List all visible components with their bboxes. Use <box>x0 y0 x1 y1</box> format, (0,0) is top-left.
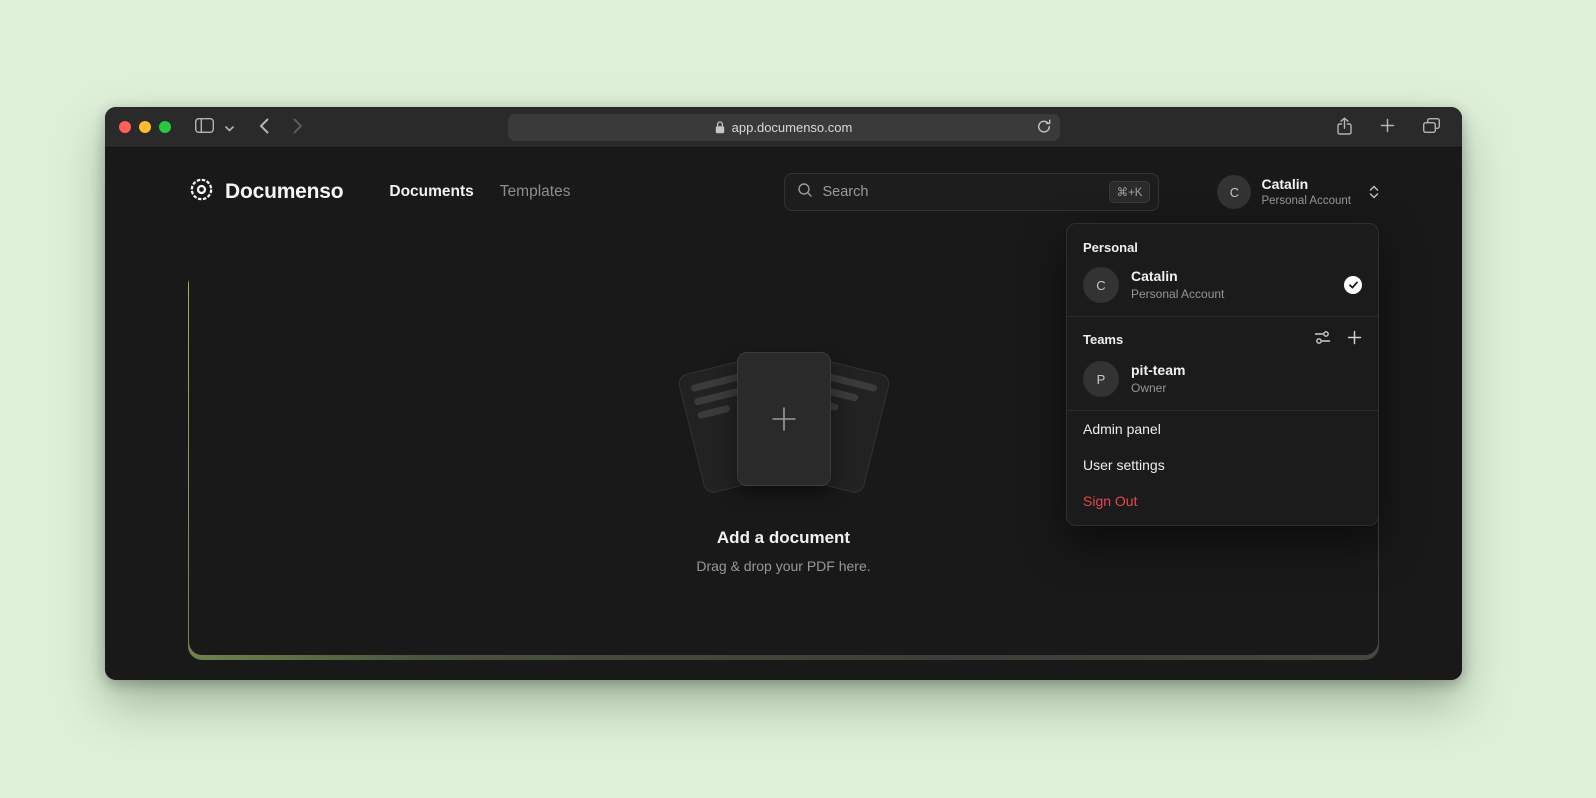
back-icon <box>259 118 269 137</box>
logo-icon <box>188 176 215 208</box>
zoom-window-button[interactable] <box>159 121 171 133</box>
menu-section-teams-header: Teams <box>1067 317 1378 357</box>
menu-team-role: Owner <box>1131 380 1185 396</box>
window-controls <box>119 121 171 133</box>
avatar: P <box>1083 361 1119 397</box>
check-icon <box>1344 276 1362 294</box>
share-icon <box>1337 117 1352 138</box>
brand-name: Documenso <box>225 180 343 204</box>
plus-icon <box>1347 330 1362 348</box>
menu-item-sign-out[interactable]: Sign Out <box>1067 483 1378 519</box>
search-box[interactable]: ⌘+K <box>784 173 1159 211</box>
dropzone-subtitle: Drag & drop your PDF here. <box>696 558 870 574</box>
share-button[interactable] <box>1329 113 1360 141</box>
menu-item-user-settings[interactable]: User settings <box>1067 447 1378 483</box>
address-bar[interactable]: app.documenso.com <box>508 114 1060 141</box>
menu-team-name: pit-team <box>1131 361 1185 380</box>
plus-icon <box>769 404 799 434</box>
menu-section-teams-label: Teams <box>1083 332 1123 347</box>
tab-overview-icon <box>1423 118 1440 136</box>
main-nav: Documents Templates <box>389 183 570 201</box>
reload-icon <box>1037 119 1051 137</box>
avatar: C <box>1083 267 1119 303</box>
lock-icon <box>715 121 725 134</box>
menu-team-row[interactable]: P pit-team Owner <box>1067 357 1378 410</box>
search-shortcut-badge: ⌘+K <box>1109 181 1151 203</box>
tab-overview-button[interactable] <box>1415 113 1448 141</box>
sidebar-menu-chevron-button[interactable] <box>222 113 237 141</box>
account-name: Catalin <box>1261 175 1351 193</box>
back-button[interactable] <box>251 113 277 141</box>
nav-documents[interactable]: Documents <box>389 183 473 201</box>
sidebar-toggle-icon <box>195 118 214 136</box>
create-team-button[interactable] <box>1347 330 1362 348</box>
search-icon <box>797 182 813 203</box>
app-content: Documenso Documents Templates ⌘+K C Cata… <box>105 148 1462 680</box>
selector-icon <box>1369 185 1379 199</box>
account-type: Personal Account <box>1261 194 1351 209</box>
minimize-window-button[interactable] <box>139 121 151 133</box>
forward-icon <box>293 118 303 137</box>
menu-personal-account-row[interactable]: C Catalin Personal Account <box>1067 263 1378 316</box>
browser-window: app.documenso.com <box>105 107 1462 680</box>
account-dropdown-menu: Personal C Catalin Personal Account Team… <box>1066 223 1379 526</box>
chevron-down-icon <box>225 120 234 135</box>
stack-card-center <box>737 352 831 486</box>
reload-button[interactable] <box>1037 119 1051 137</box>
dropzone-title: Add a document <box>717 528 850 548</box>
forward-button[interactable] <box>285 113 311 141</box>
menu-item-admin-panel[interactable]: Admin panel <box>1067 411 1378 447</box>
new-tab-button[interactable] <box>1372 113 1403 141</box>
nav-templates[interactable]: Templates <box>500 183 571 201</box>
close-window-button[interactable] <box>119 121 131 133</box>
menu-account-type: Personal Account <box>1131 286 1224 302</box>
documents-stack-icon <box>682 350 886 500</box>
sidebar-toggle-button[interactable] <box>187 113 222 141</box>
account-menu-button[interactable]: C Catalin Personal Account <box>1217 175 1379 209</box>
new-tab-icon <box>1380 118 1395 136</box>
menu-account-name: Catalin <box>1131 267 1224 286</box>
menu-section-personal-label: Personal <box>1067 228 1378 263</box>
avatar: C <box>1217 175 1251 209</box>
titlebar-right-actions <box>1329 113 1448 141</box>
brand[interactable]: Documenso <box>188 176 343 208</box>
manage-teams-button[interactable] <box>1314 329 1331 349</box>
browser-titlebar: app.documenso.com <box>105 107 1462 148</box>
search-input[interactable] <box>822 184 1099 200</box>
url-text: app.documenso.com <box>732 120 853 135</box>
sliders-icon <box>1314 329 1331 349</box>
